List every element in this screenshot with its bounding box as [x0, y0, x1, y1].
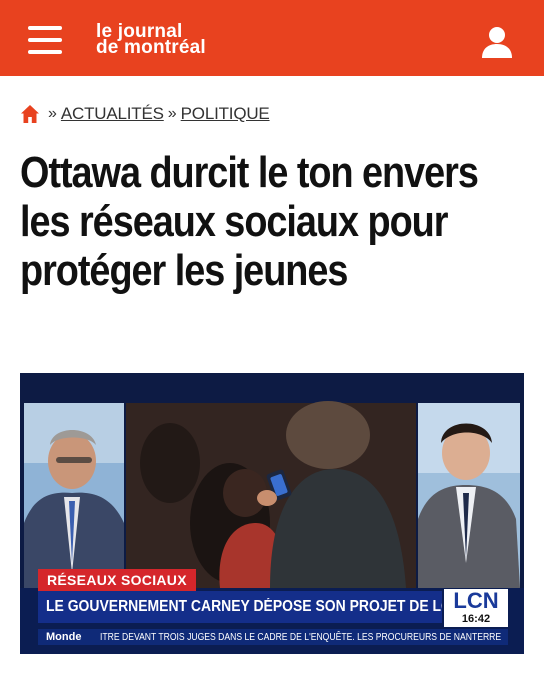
- ticker-label: Monde: [46, 631, 82, 643]
- breadcrumb-link-actualites[interactable]: ACTUALITÉS: [61, 104, 164, 124]
- video-topic-tag: RÉSEAUX SOCIAUX: [38, 569, 196, 591]
- breadcrumb-link-politique[interactable]: POLITIQUE: [181, 104, 270, 124]
- site-logo[interactable]: le journal de montréal: [96, 22, 256, 60]
- news-ticker: Monde ITRE DEVANT TROIS JUGES DANS LE CA…: [38, 629, 508, 645]
- logo-line-2: de montréal: [96, 37, 206, 58]
- breadcrumb: » ACTUALITÉS » POLITIQUE: [20, 103, 270, 125]
- broadcast-time: 16:42: [461, 613, 491, 625]
- video-lower-third-text: LE GOUVERNEMENT CARNEY DÉPOSE SON PROJET…: [46, 598, 442, 615]
- top-navigation-bar: le journal de montréal: [0, 0, 544, 76]
- video-topic-tag-text: RÉSEAUX SOCIAUX: [47, 572, 187, 588]
- breadcrumb-separator: »: [167, 105, 177, 122]
- ticker-text: ITRE DEVANT TROIS JUGES DANS LE CADRE DE…: [100, 631, 502, 643]
- channel-name: LCN: [453, 588, 499, 613]
- article-title: Ottawa durcit le ton envers les réseaux …: [20, 148, 479, 295]
- hamburger-menu-icon[interactable]: [28, 26, 62, 54]
- home-icon[interactable]: [20, 104, 40, 124]
- video-lower-third: LE GOUVERNEMENT CARNEY DÉPOSE SON PROJET…: [38, 591, 442, 623]
- breadcrumb-separator: »: [48, 105, 57, 122]
- user-account-icon[interactable]: [480, 26, 514, 58]
- channel-logo: LCN 16:42: [444, 589, 508, 627]
- video-player[interactable]: RÉSEAUX SOCIAUX LE GOUVERNEMENT CARNEY D…: [20, 373, 524, 654]
